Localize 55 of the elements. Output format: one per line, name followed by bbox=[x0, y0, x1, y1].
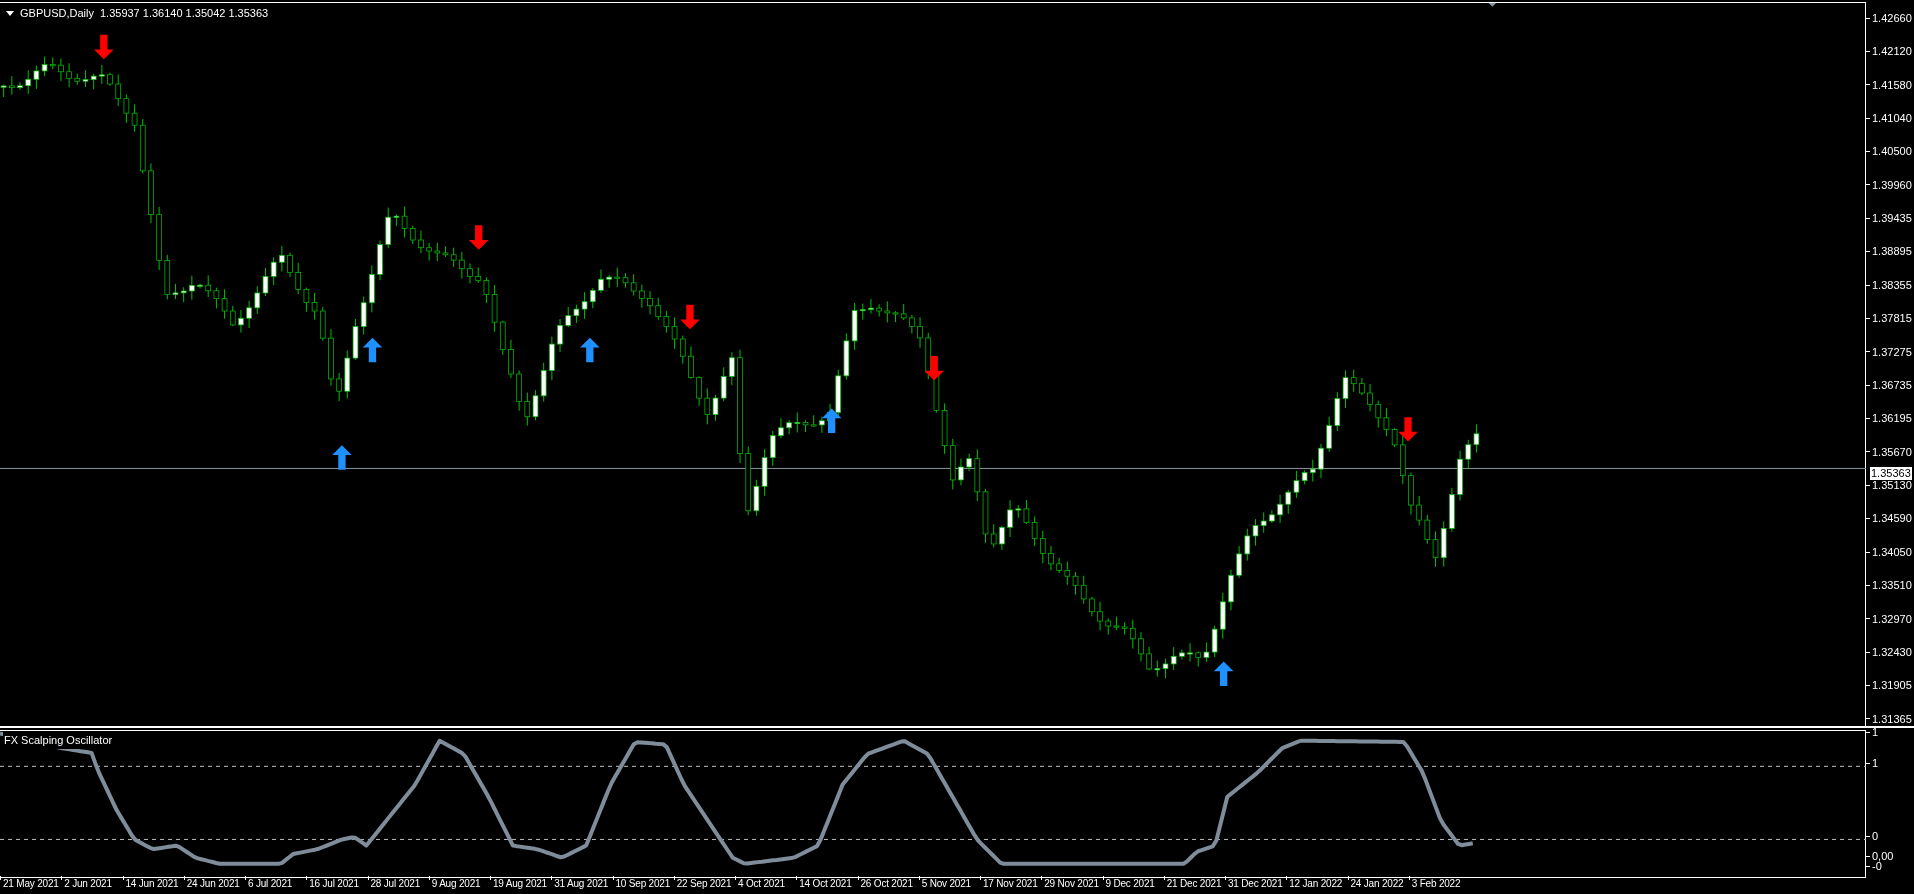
symbol-label: GBPUSD,Daily bbox=[20, 6, 94, 21]
price-label: 1.36735 bbox=[1872, 377, 1912, 393]
date-label: 31 Aug 2021 bbox=[554, 877, 609, 891]
price-label: 1.41040 bbox=[1872, 110, 1912, 126]
current-price-label: 1.35363 bbox=[1870, 467, 1912, 480]
price-label: 1.34590 bbox=[1872, 511, 1912, 527]
date-label: 6 Jul 2021 bbox=[248, 877, 293, 891]
price-label: 1.35130 bbox=[1872, 478, 1912, 493]
price-label: 1.33510 bbox=[1872, 578, 1912, 594]
date-label: 4 Oct 2021 bbox=[738, 877, 785, 891]
price-label: 1.31905 bbox=[1872, 678, 1912, 694]
date-label: 16 Jul 2021 bbox=[309, 877, 359, 891]
price-label: 1.42120 bbox=[1872, 44, 1912, 60]
date-label: 21 Dec 2021 bbox=[1166, 877, 1222, 891]
date-label: 24 Jan 2022 bbox=[1350, 877, 1404, 891]
price-label: 1.37275 bbox=[1872, 344, 1912, 360]
price-label: 1.34050 bbox=[1872, 544, 1912, 560]
oscillator-scale-label: 0 bbox=[1872, 830, 1879, 842]
price-label: 1.35670 bbox=[1872, 444, 1912, 460]
date-label: 10 Sep 2021 bbox=[615, 877, 671, 891]
oscillator-scale-label: -0 bbox=[1872, 860, 1882, 872]
price-label: 1.38355 bbox=[1872, 277, 1912, 293]
price-label: 1.38895 bbox=[1872, 244, 1912, 260]
price-label: 1.32430 bbox=[1872, 644, 1912, 660]
price-label: 1.39960 bbox=[1872, 177, 1912, 193]
oscillator-scale-label: 0,00 bbox=[1872, 850, 1894, 862]
date-label: 17 Nov 2021 bbox=[983, 877, 1038, 891]
date-label: 28 Jul 2021 bbox=[370, 877, 420, 891]
price-label: 1.32970 bbox=[1872, 611, 1912, 627]
date-label: 14 Jun 2021 bbox=[125, 877, 179, 891]
oscillator-scale-label: 1 bbox=[1872, 726, 1879, 738]
date-label: 24 Jun 2021 bbox=[186, 877, 240, 891]
date-label: 29 Nov 2021 bbox=[1044, 877, 1099, 891]
date-label: 31 Dec 2021 bbox=[1228, 877, 1283, 891]
date-label: 3 Feb 2022 bbox=[1411, 877, 1461, 891]
date-label: 9 Dec 2021 bbox=[1105, 877, 1155, 891]
price-label: 1.37815 bbox=[1872, 311, 1912, 327]
ohlc-values: 1.35937 1.36140 1.35042 1.35363 bbox=[99, 6, 269, 21]
indicator-title: FX Scalping Oscillator bbox=[3, 732, 114, 749]
price-label: 1.41580 bbox=[1872, 77, 1912, 93]
date-label: 5 Nov 2021 bbox=[921, 877, 971, 891]
price-label: 1.40500 bbox=[1872, 144, 1912, 160]
date-label: 19 Aug 2021 bbox=[493, 877, 547, 891]
date-label: 9 Aug 2021 bbox=[431, 877, 481, 891]
price-label: 1.42660 bbox=[1872, 10, 1912, 26]
price-label: 1.39435 bbox=[1872, 211, 1912, 226]
oscillator-scale-label: 1 bbox=[1872, 757, 1879, 769]
date-label: 12 Jan 2022 bbox=[1289, 877, 1343, 891]
price-label: 1.36195 bbox=[1872, 411, 1912, 427]
date-label: 14 Oct 2021 bbox=[799, 877, 852, 891]
date-label: 22 Sep 2021 bbox=[676, 877, 732, 891]
date-label: 2 Jun 2021 bbox=[64, 877, 112, 891]
date-label: 26 Oct 2021 bbox=[860, 877, 913, 891]
price-label: 1.31365 bbox=[1872, 711, 1912, 727]
date-label: 21 May 2021 bbox=[3, 877, 59, 891]
